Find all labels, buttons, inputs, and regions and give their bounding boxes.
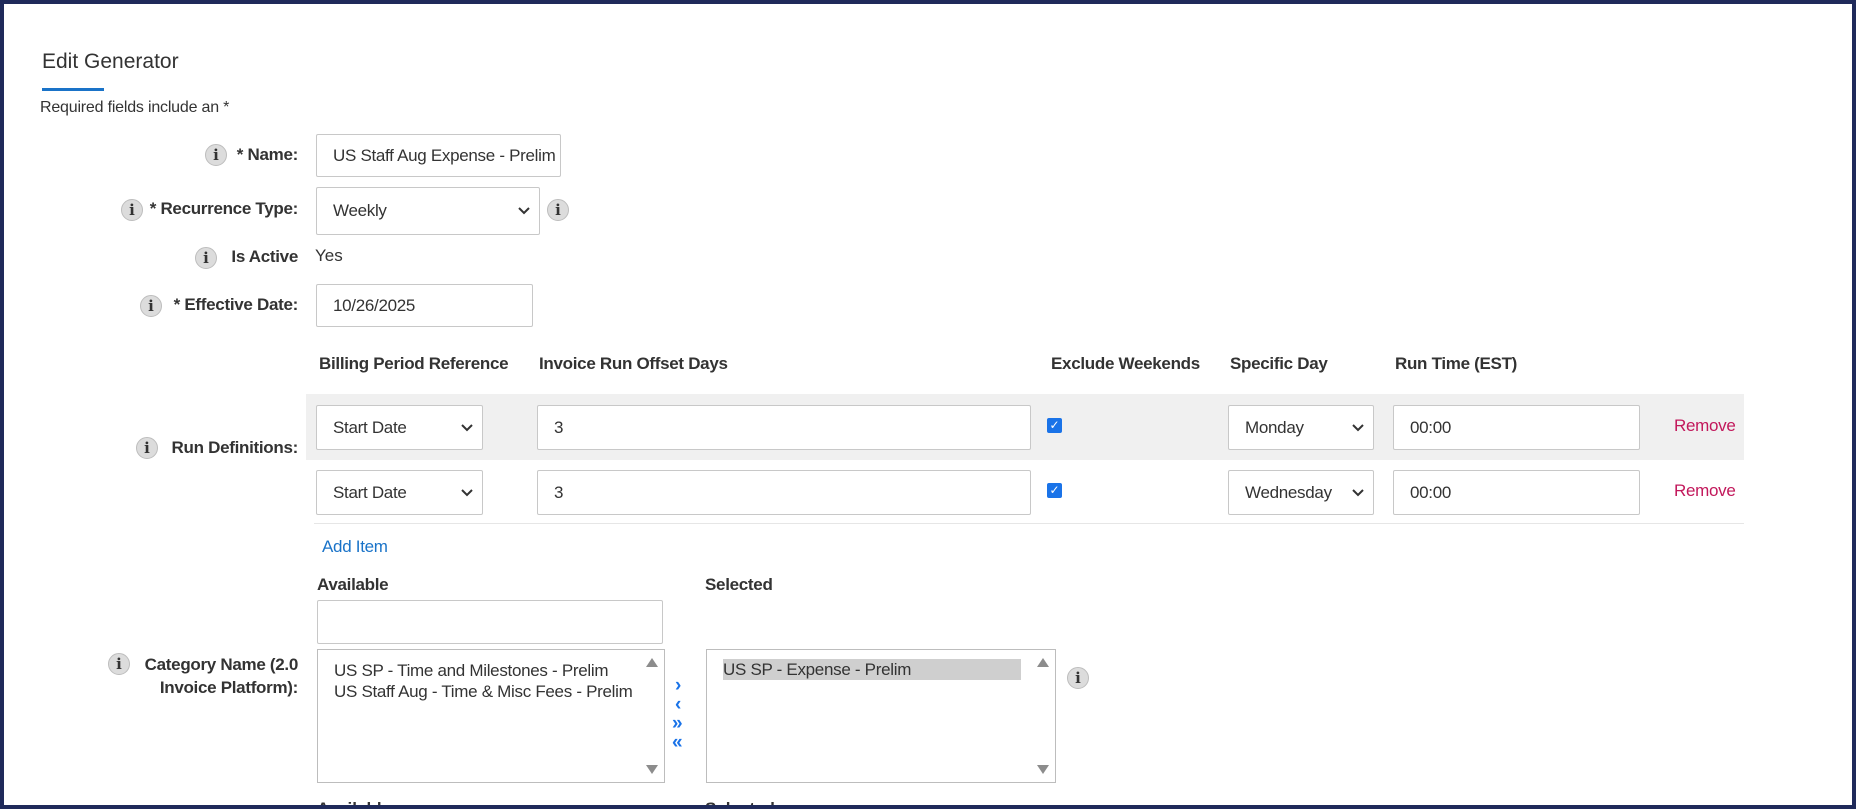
selected-listbox[interactable]: US SP - Expense - Prelim [706,649,1056,783]
chevron-down-icon [1352,488,1364,496]
category-label-line2: Invoice Platform): [159,678,298,697]
move-all-left-button[interactable]: « [672,733,683,752]
category-label-line1: Category Name (2.0 [144,655,299,674]
run-definitions-info-icon[interactable]: i [136,437,158,459]
run-time-input[interactable]: 00:00 [1393,470,1640,515]
required-note: Required fields include an * [40,99,230,116]
scroll-down-icon[interactable] [646,765,658,774]
category-help-icon[interactable]: i [1067,667,1089,689]
recurrence-type-info-icon[interactable]: i [121,199,143,221]
effective-date-input[interactable]: 10/26/2025 [316,284,533,327]
scroll-up-icon[interactable] [646,658,658,667]
move-right-button[interactable]: › [675,676,681,695]
is-active-value: Yes [315,246,343,265]
billing-period-value: Start Date [333,482,407,502]
page-title: Edit Generator [42,50,179,73]
remove-row-link[interactable]: Remove [1674,481,1736,501]
chevron-down-icon [518,207,530,215]
available-listbox[interactable]: US SP - Time and Milestones - Prelim US … [317,649,665,783]
effective-date-label: * Effective Date: [173,295,299,314]
col-offset-days: Invoice Run Offset Days [539,354,728,373]
row-divider [314,523,1744,524]
col-run-time: Run Time (EST) [1395,354,1518,373]
run-definitions-label: Run Definitions: [171,438,299,457]
name-label: * Name: [236,145,299,164]
move-all-right-button[interactable]: » [672,714,683,733]
next-available-heading: Available [317,799,392,809]
billing-period-select[interactable]: Start Date [316,470,483,515]
list-item[interactable]: US SP - Time and Milestones - Prelim [318,660,664,681]
recurrence-type-help-icon[interactable]: i [547,199,569,221]
name-info-icon[interactable]: i [205,144,227,166]
specific-day-value: Wednesday [1245,482,1332,502]
recurrence-type-select[interactable]: Weekly [316,187,540,235]
offset-days-input[interactable]: 3 [537,405,1031,450]
title-underline [42,88,104,91]
specific-day-value: Monday [1245,417,1304,437]
list-item[interactable]: US Staff Aug - Time & Misc Fees - Prelim [318,681,664,702]
chevron-down-icon [461,423,473,431]
selected-heading: Selected [705,575,773,594]
col-exclude-weekends: Exclude Weekends [1051,354,1200,373]
recurrence-type-value: Weekly [333,201,387,220]
list-item[interactable]: US SP - Expense - Prelim [723,659,1021,680]
next-selected-heading: Selected [705,799,775,809]
billing-period-value: Start Date [333,417,407,437]
offset-days-input[interactable]: 3 [537,470,1031,515]
specific-day-select[interactable]: Wednesday [1228,470,1374,515]
col-specific-day: Specific Day [1230,354,1328,373]
exclude-weekends-checkbox[interactable]: ✓ [1047,418,1062,433]
exclude-weekends-checkbox[interactable]: ✓ [1047,483,1062,498]
available-filter-input[interactable] [317,600,663,644]
is-active-info-icon[interactable]: i [195,247,217,269]
category-info-icon[interactable]: i [108,653,130,675]
recurrence-type-label: * Recurrence Type: [149,199,299,218]
remove-row-link[interactable]: Remove [1674,416,1736,436]
scroll-up-icon[interactable] [1037,658,1049,667]
billing-period-select[interactable]: Start Date [316,405,483,450]
scroll-down-icon[interactable] [1037,765,1049,774]
specific-day-select[interactable]: Monday [1228,405,1374,450]
add-item-link[interactable]: Add Item [322,537,388,557]
run-time-input[interactable]: 00:00 [1393,405,1640,450]
col-billing-period: Billing Period Reference [319,354,509,373]
is-active-label: Is Active [231,247,298,266]
move-left-button[interactable]: ‹ [675,695,681,714]
available-heading: Available [317,575,389,594]
chevron-down-icon [1352,423,1364,431]
chevron-down-icon [461,488,473,496]
effective-date-info-icon[interactable]: i [140,295,162,317]
edit-generator-panel: Edit Generator Required fields include a… [0,0,1856,809]
name-input[interactable]: US Staff Aug Expense - Prelim [316,134,561,177]
